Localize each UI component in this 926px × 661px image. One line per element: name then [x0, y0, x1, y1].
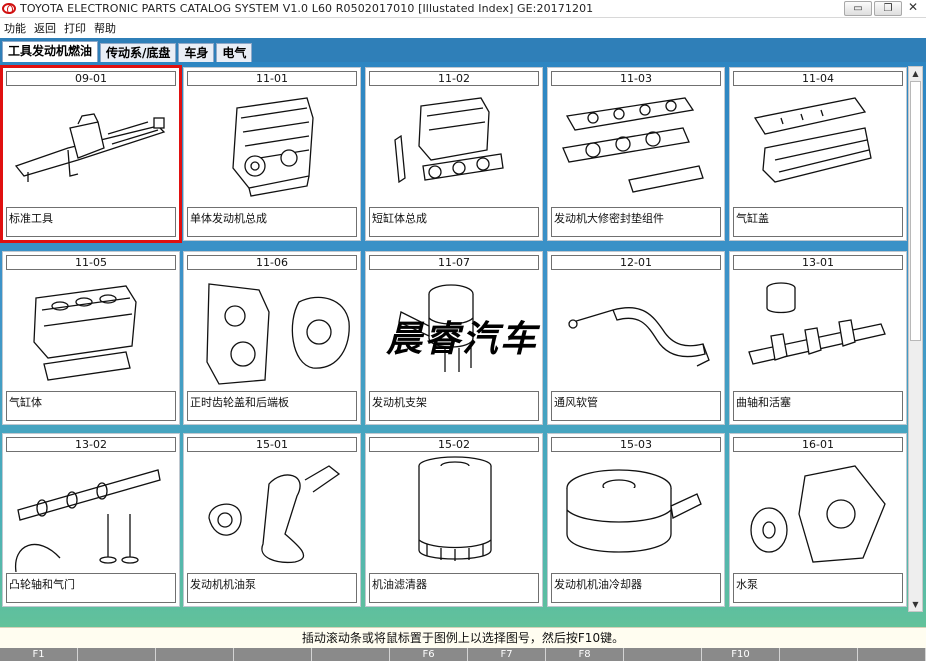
fkey-f1[interactable]: F1: [0, 648, 78, 661]
oil-cooler-icon: [566, 469, 702, 553]
menu-back[interactable]: 返回: [34, 20, 56, 36]
index-card-11-04[interactable]: 11-04 气缸盖: [729, 67, 907, 241]
index-card-11-02[interactable]: 11-02 短缸体总成: [365, 67, 543, 241]
function-key-bar: F1 F6 F7 F8 F10: [0, 648, 926, 661]
status-message: 插动滚动条或将鼠标置于图例上以选择图号，然后按F10键。: [0, 627, 926, 648]
close-button[interactable]: ✕: [904, 1, 922, 16]
card-name: 短缸体总成: [369, 207, 539, 237]
engine-assembly-icon: [232, 97, 314, 197]
oil-pump-icon: [208, 465, 341, 564]
card-name: 气缸体: [6, 391, 176, 421]
index-card-11-06[interactable]: 11-06 正时齿轮盖和后端板: [183, 251, 361, 425]
vertical-scrollbar[interactable]: ▲ ▼: [908, 66, 923, 612]
card-code: 11-02: [369, 71, 539, 86]
fkey-f9[interactable]: [624, 648, 702, 661]
card-name: 正时齿轮盖和后端板: [187, 391, 357, 421]
ventilation-hose-icon: [568, 307, 710, 367]
card-name: 水泵: [733, 573, 903, 603]
scroll-up-icon[interactable]: ▲: [909, 67, 922, 80]
card-name: 发动机机油泵: [187, 573, 357, 603]
card-code: 15-02: [369, 437, 539, 452]
index-card-11-05[interactable]: 11-05 气缸体: [2, 251, 180, 425]
index-card-09-01[interactable]: 09-01 标准工具: [0, 65, 182, 243]
menu-print[interactable]: 打印: [64, 20, 86, 36]
fkey-f10[interactable]: F10: [702, 648, 780, 661]
timing-cover-icon: [206, 283, 350, 385]
card-code: 13-02: [6, 437, 176, 452]
water-pump-icon: [750, 465, 886, 563]
title-bar: TOYOTA ELECTRONIC PARTS CATALOG SYSTEM V…: [0, 0, 926, 18]
crankshaft-piston-icon: [748, 282, 886, 365]
minimize-button[interactable]: ▭: [844, 1, 872, 16]
short-block-icon: [394, 97, 504, 184]
index-card-16-01[interactable]: 16-01 水泵: [729, 433, 907, 607]
tab-body[interactable]: 车身: [178, 43, 215, 62]
menu-help[interactable]: 帮助: [94, 20, 116, 36]
index-card-11-01[interactable]: 11-01 单体发动机总成: [183, 67, 361, 241]
card-name: 发动机大修密封垫组件: [551, 207, 721, 237]
index-card-15-01[interactable]: 15-01 发动机机油泵: [183, 433, 361, 607]
fkey-f2[interactable]: [78, 648, 156, 661]
window-controls: ▭ ❐ ✕: [844, 1, 922, 16]
menu-function[interactable]: 功能: [4, 20, 26, 36]
card-code: 16-01: [733, 437, 903, 452]
cylinder-block-icon: [33, 285, 137, 381]
index-card-13-01[interactable]: 13-01 曲轴和活塞: [729, 251, 907, 425]
card-name: 发动机机油冷却器: [551, 573, 721, 603]
fkey-f11[interactable]: [780, 648, 858, 661]
card-code: 15-03: [551, 437, 721, 452]
card-name: 发动机支架: [369, 391, 539, 421]
fkey-f4[interactable]: [234, 648, 312, 661]
index-card-15-03[interactable]: 15-03 发动机机油冷却器: [547, 433, 725, 607]
watermark-text: 晨睿汽车: [386, 318, 539, 360]
card-code: 15-01: [187, 437, 357, 452]
fkey-f5[interactable]: [312, 648, 390, 661]
gasket-kit-icon: [562, 97, 704, 193]
card-code: 12-01: [551, 255, 721, 270]
restore-button[interactable]: ❐: [874, 1, 902, 16]
card-code: 09-01: [6, 71, 176, 86]
window-title: TOYOTA ELECTRONIC PARTS CATALOG SYSTEM V…: [20, 2, 594, 15]
fkey-f8[interactable]: F8: [546, 648, 624, 661]
jack-tool-icon: [14, 113, 166, 182]
toyota-logo-icon: [2, 3, 16, 14]
card-name: 机油滤清器: [369, 573, 539, 603]
card-name: 曲轴和活塞: [733, 391, 903, 421]
card-code: 11-04: [733, 71, 903, 86]
card-name: 标准工具: [6, 207, 176, 237]
card-name: 凸轮轴和气门: [6, 573, 176, 603]
scroll-down-icon[interactable]: ▼: [909, 598, 922, 611]
tab-tools-engine-fuel[interactable]: 工具发动机燃油: [2, 41, 99, 62]
tab-bar: 工具发动机燃油 传动系/底盘 车身 电气: [0, 41, 926, 62]
fkey-f7[interactable]: F7: [468, 648, 546, 661]
card-code: 11-06: [187, 255, 357, 270]
card-name: 单体发动机总成: [187, 207, 357, 237]
fkey-f3[interactable]: [156, 648, 234, 661]
fkey-f6[interactable]: F6: [390, 648, 468, 661]
card-name: 通风软管: [551, 391, 721, 421]
index-card-11-03[interactable]: 11-03 发动机大修密封垫组件: [547, 67, 725, 241]
cylinder-head-icon: [753, 97, 872, 183]
scroll-thumb[interactable]: [910, 81, 921, 341]
card-code: 13-01: [733, 255, 903, 270]
index-card-12-01[interactable]: 12-01 通风软管: [547, 251, 725, 425]
card-name: 气缸盖: [733, 207, 903, 237]
tab-drivetrain-chassis[interactable]: 传动系/底盘: [100, 43, 177, 62]
camshaft-valve-icon: [15, 469, 161, 572]
oil-filter-icon: [418, 456, 492, 561]
index-card-13-02[interactable]: 13-02 凸轮轴和气门: [2, 433, 180, 607]
card-code: 11-05: [6, 255, 176, 270]
index-card-15-02[interactable]: 15-02 机油滤清器: [365, 433, 543, 607]
card-code: 11-07: [369, 255, 539, 270]
fkey-f12[interactable]: [858, 648, 926, 661]
menu-bar: 功能 返回 打印 帮助: [0, 18, 926, 38]
tab-electrical[interactable]: 电气: [216, 43, 253, 62]
card-code: 11-03: [551, 71, 721, 86]
card-code: 11-01: [187, 71, 357, 86]
